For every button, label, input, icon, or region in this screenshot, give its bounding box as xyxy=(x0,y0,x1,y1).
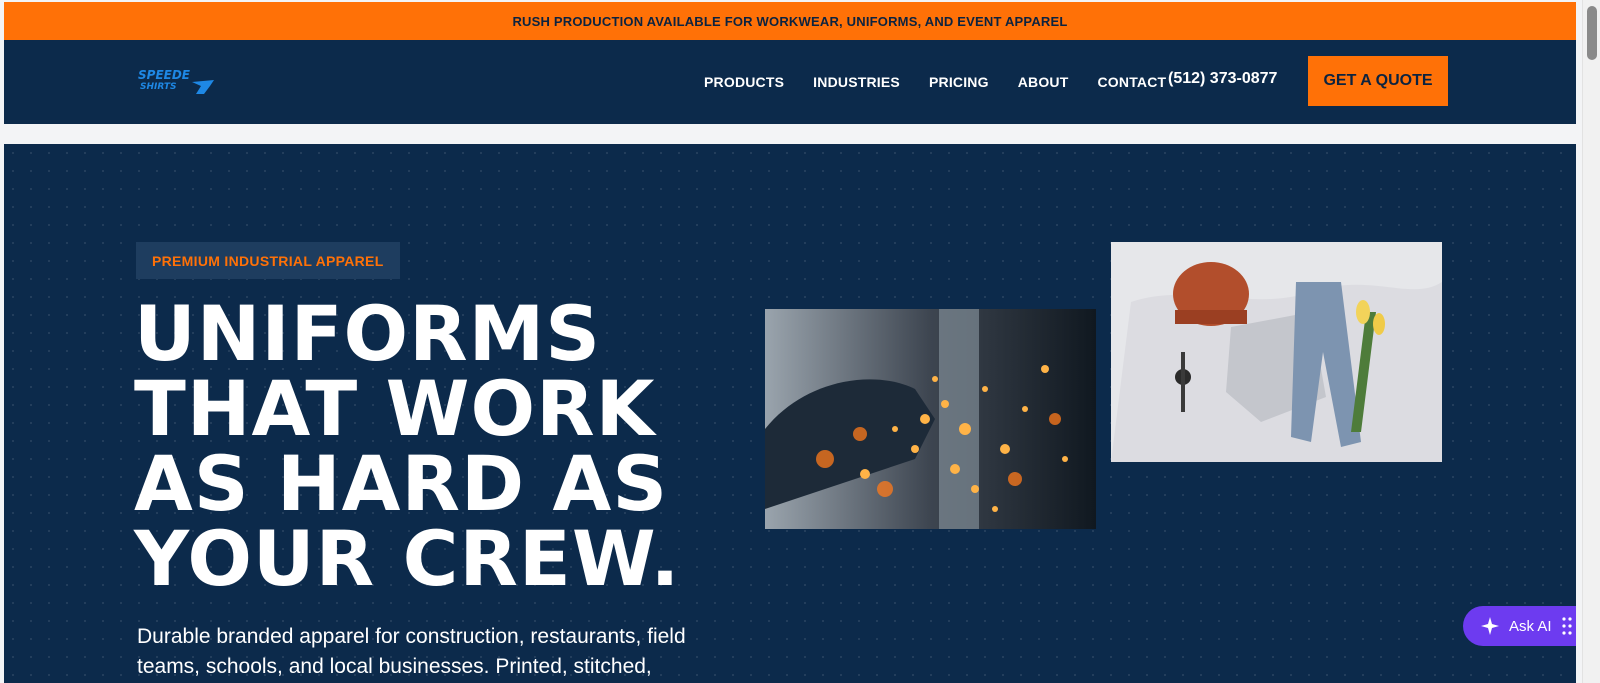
announcement-text: RUSH PRODUCTION AVAILABLE FOR WORKWEAR, … xyxy=(512,13,1068,29)
page: RUSH PRODUCTION AVAILABLE FOR WORKWEAR, … xyxy=(4,2,1576,683)
hero-headline: UNIFORMS THAT WORK AS HARD AS YOUR CREW. xyxy=(134,289,754,603)
announcement-bar: RUSH PRODUCTION AVAILABLE FOR WORKWEAR, … xyxy=(4,2,1576,40)
nav-pricing[interactable]: PRICING xyxy=(929,74,989,90)
ask-ai-label: Ask AI xyxy=(1509,617,1552,635)
headline-line-4: YOUR CREW. xyxy=(134,514,681,603)
main-nav: PRODUCTS INDUSTRIES PRICING ABOUT CONTAC… xyxy=(704,40,1195,124)
hero-description: Durable branded apparel for construction… xyxy=(137,625,686,678)
nav-contact[interactable]: CONTACT xyxy=(1098,74,1167,90)
logo-icon: SPEEDE SHIRTS xyxy=(138,68,214,94)
logo-word-2: SHIRTS xyxy=(140,82,177,92)
logo-word-1: SPEEDE xyxy=(138,68,191,82)
site-header: SPEEDE SHIRTS PRODUCTS INDUSTRIES PRICIN… xyxy=(4,40,1576,124)
nav-about[interactable]: ABOUT xyxy=(1018,74,1069,90)
drag-handle-icon[interactable] xyxy=(1561,616,1572,636)
get-a-quote-button[interactable]: GET A QUOTE xyxy=(1308,56,1448,106)
scrollbar-thumb[interactable] xyxy=(1587,6,1597,60)
headline-line-3: AS HARD AS xyxy=(134,439,669,528)
page-scrollbar[interactable] xyxy=(1582,0,1600,683)
phone-link[interactable]: (512) 373-0877 xyxy=(1168,70,1277,88)
ask-ai-button[interactable]: Ask AI xyxy=(1463,606,1576,646)
apparel-flatlay-image xyxy=(1111,242,1442,462)
nav-industries[interactable]: INDUSTRIES xyxy=(813,74,900,90)
headline-line-2: THAT WORK xyxy=(134,364,656,453)
sparkle-icon xyxy=(1481,617,1499,635)
welding-sparks-image xyxy=(765,309,1096,529)
nav-products[interactable]: PRODUCTS xyxy=(704,74,784,90)
shirt-icon xyxy=(192,80,214,94)
hero-badge: PREMIUM INDUSTRIAL APPAREL xyxy=(136,242,400,279)
headline-line-1: UNIFORMS xyxy=(134,289,602,378)
hero-section: PREMIUM INDUSTRIAL APPAREL UNIFORMS THAT… xyxy=(4,144,1576,683)
logo[interactable]: SPEEDE SHIRTS xyxy=(138,68,218,96)
